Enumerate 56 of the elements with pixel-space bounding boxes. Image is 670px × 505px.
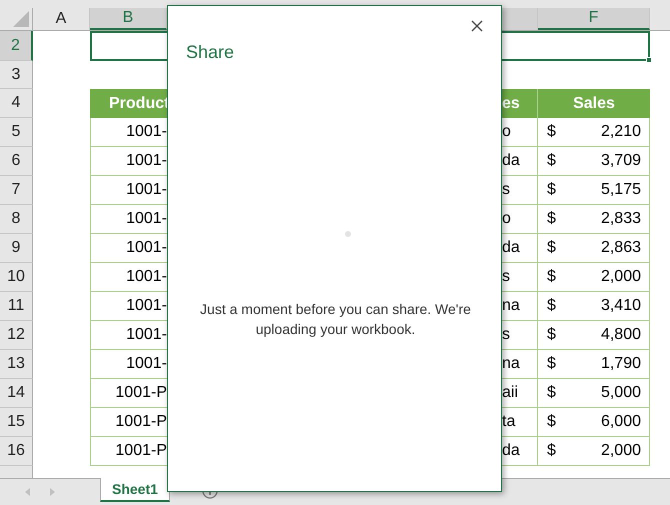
row-header[interactable]: 7 [0, 176, 33, 205]
currency-symbol: $ [547, 383, 556, 403]
currency-symbol: $ [547, 122, 556, 142]
scroll-left-icon[interactable] [25, 488, 31, 496]
table-cell-text: 2,000 [600, 267, 641, 287]
currency-symbol: $ [547, 441, 556, 461]
row-header[interactable]: 3 [0, 61, 33, 89]
table-cell-text: 2,833 [600, 209, 641, 229]
dialog-message: Just a moment before you can share. We're uploading your workbook. [199, 300, 472, 339]
spinner-icon [345, 231, 351, 237]
scroll-right-icon[interactable] [49, 488, 55, 496]
column-header[interactable]: F [538, 8, 650, 30]
currency-symbol: $ [547, 209, 556, 229]
row-header[interactable]: 4 [0, 89, 33, 118]
column-header[interactable] [502, 8, 538, 30]
fill-handle[interactable] [646, 57, 652, 63]
table-cell-text: 2,863 [600, 238, 641, 258]
currency-symbol: $ [547, 151, 556, 171]
currency-symbol: $ [547, 180, 556, 200]
table-cell-text: 5,175 [600, 180, 641, 200]
currency-symbol: $ [547, 325, 556, 345]
row-header[interactable] [0, 466, 33, 478]
table-cell-text: 6,000 [600, 412, 641, 432]
table-cell-text: 4,800 [600, 325, 641, 345]
column-header[interactable]: B [90, 8, 167, 30]
currency-symbol: $ [547, 296, 556, 316]
row-header[interactable]: 12 [0, 321, 33, 350]
dialog-title: Share [186, 41, 234, 64]
row-header[interactable]: 14 [0, 379, 33, 408]
sheet-tab[interactable]: Sheet1 [100, 478, 170, 502]
row-header[interactable]: 11 [0, 292, 33, 321]
row-header[interactable]: 9 [0, 234, 33, 263]
table-header: Sales [538, 89, 650, 118]
row-header[interactable]: 2 [0, 31, 33, 61]
table-cell-text: 5,000 [600, 383, 641, 403]
table-cell-text: 1,790 [600, 354, 641, 374]
table-cell-text: 2,210 [600, 122, 641, 142]
table-cell-text: 3,709 [600, 151, 641, 171]
row-header[interactable]: 8 [0, 205, 33, 234]
currency-symbol: $ [547, 412, 556, 432]
currency-symbol: $ [547, 267, 556, 287]
row-header[interactable]: 10 [0, 263, 33, 292]
table-cell-text: 2,000 [600, 441, 641, 461]
close-icon [471, 20, 483, 32]
row-header[interactable]: 5 [0, 118, 33, 147]
row-header[interactable]: 6 [0, 147, 33, 176]
row-header[interactable]: 16 [0, 437, 33, 466]
table-cell-text: 3,410 [600, 296, 641, 316]
currency-symbol: $ [547, 238, 556, 258]
table-header: Product [90, 89, 167, 118]
table-header: es [502, 89, 538, 118]
select-all-icon[interactable] [13, 11, 29, 27]
close-button[interactable] [469, 18, 485, 34]
row-header[interactable]: 15 [0, 408, 33, 437]
row-header[interactable]: 13 [0, 350, 33, 379]
currency-symbol: $ [547, 354, 556, 374]
